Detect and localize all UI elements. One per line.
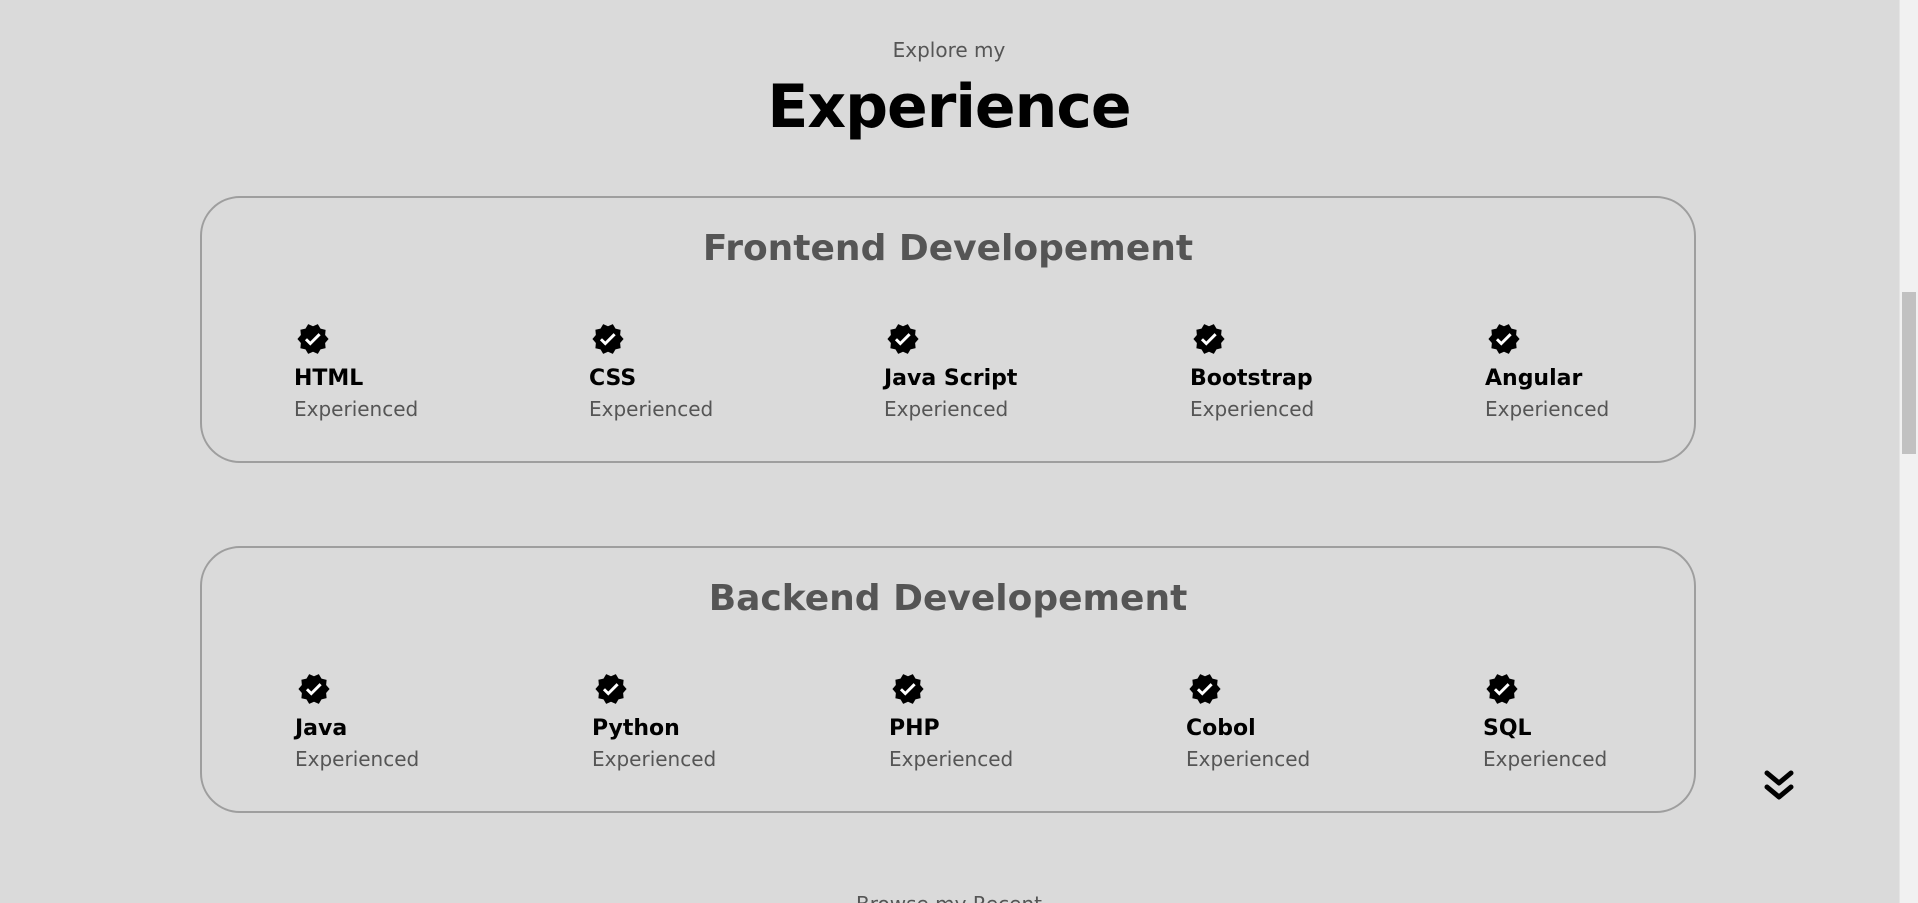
- skill-item-bootstrap: Bootstrap Experienced: [1190, 322, 1314, 421]
- skill-level: Experienced: [589, 397, 714, 421]
- skill-level: Experienced: [884, 397, 1009, 421]
- skill-item-java: Java Experienced: [295, 672, 419, 771]
- verified-check-badge-icon: [1193, 324, 1225, 354]
- skill-name: Angular: [1485, 366, 1583, 391]
- skill-item-angular: Angular Experienced: [1485, 322, 1609, 421]
- section-subtitle: Explore my: [892, 38, 1006, 62]
- card-title: Frontend Developement: [702, 228, 1194, 269]
- skill-level: Experienced: [1190, 397, 1315, 421]
- verified-check-badge-icon: [892, 674, 924, 704]
- skill-name: Cobol: [1186, 716, 1256, 741]
- skill-item-cobol: Cobol Experienced: [1186, 672, 1310, 771]
- skill-name: Bootstrap: [1190, 366, 1313, 391]
- skill-item-python: Python Experienced: [592, 672, 716, 771]
- skill-name: Java Script: [884, 366, 1018, 391]
- skill-level: Experienced: [294, 397, 419, 421]
- backend-experience-card: Backend Developement Java Experienced Py…: [200, 546, 1696, 813]
- skill-name: Python: [592, 716, 680, 741]
- verified-check-badge-icon: [1486, 674, 1518, 704]
- next-section-subtitle: Browse my Recent: [0, 892, 1898, 903]
- skill-level: Experienced: [1483, 747, 1608, 771]
- frontend-experience-card: Frontend Developement HTML Experienced C…: [200, 196, 1696, 463]
- skill-level: Experienced: [1186, 747, 1311, 771]
- scrollbar-thumb[interactable]: [1902, 292, 1916, 454]
- skill-level: Experienced: [1485, 397, 1610, 421]
- skill-name: HTML: [294, 366, 364, 391]
- card-title: Backend Developement: [708, 578, 1188, 619]
- skill-item-sql: SQL Experienced: [1483, 672, 1607, 771]
- skill-item-javascript: Java Script Experienced: [884, 322, 1017, 421]
- experience-page: Explore my Experience Frontend Developem…: [0, 0, 1918, 903]
- verified-check-badge-icon: [1488, 324, 1520, 354]
- verified-check-badge-icon: [298, 674, 330, 704]
- verified-check-badge-icon: [1189, 674, 1221, 704]
- verified-check-badge-icon: [592, 324, 624, 354]
- skill-level: Experienced: [592, 747, 717, 771]
- section-title: Experience: [767, 72, 1131, 142]
- verified-check-badge-icon: [297, 324, 329, 354]
- skill-item-css: CSS Experienced: [589, 322, 713, 421]
- verified-check-badge-icon: [887, 324, 919, 354]
- double-chevron-down-icon[interactable]: [1760, 768, 1798, 804]
- skill-name: SQL: [1483, 716, 1532, 741]
- skill-name: PHP: [889, 716, 940, 741]
- skill-name: Java: [295, 716, 348, 741]
- skill-level: Experienced: [295, 747, 420, 771]
- verified-check-badge-icon: [595, 674, 627, 704]
- vertical-scrollbar[interactable]: [1899, 0, 1918, 903]
- skill-name: CSS: [589, 366, 637, 391]
- skill-level: Experienced: [889, 747, 1014, 771]
- skill-item-php: PHP Experienced: [889, 672, 1013, 771]
- skill-item-html: HTML Experienced: [294, 322, 418, 421]
